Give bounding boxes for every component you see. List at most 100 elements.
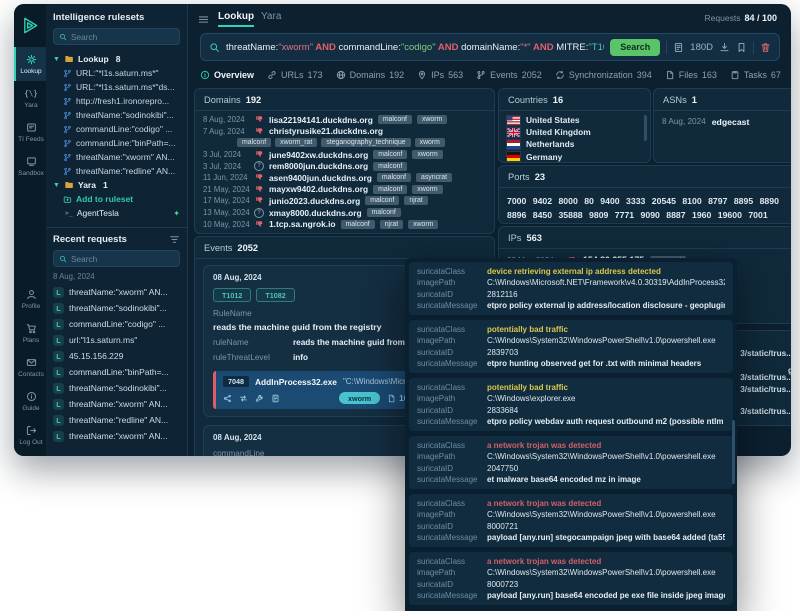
recent-request-item[interactable]: LthreatName:"xworm" AN... xyxy=(53,284,180,300)
domain-row[interactable]: 8 Aug, 2024lisa22194141.duckdns.orgmalco… xyxy=(203,114,486,126)
recent-search-input[interactable]: Search xyxy=(53,250,180,267)
recent-request-item[interactable]: LthreatName:"sodinokibi"... xyxy=(53,300,180,316)
chevron-down-icon[interactable]: ▼ xyxy=(53,56,60,63)
malware-tag[interactable]: malconf xyxy=(237,138,271,147)
result-tab-overview[interactable]: Overview xyxy=(200,70,254,80)
tree-item[interactable]: commandLine:"binPath=... xyxy=(53,136,180,150)
result-tab-domains[interactable]: Domains192 xyxy=(336,70,405,80)
suricata-event-block[interactable]: suricataClasspotentially bad trafficimag… xyxy=(409,320,733,373)
download-icon[interactable] xyxy=(719,42,730,53)
domain-name[interactable]: june9402xw.duckdns.org xyxy=(269,150,368,160)
recent-request-item[interactable]: LcommandLine:"binPath=... xyxy=(53,364,180,380)
suricata-event-block[interactable]: suricataClassa network trojan was detect… xyxy=(409,436,733,489)
rail-item-profile[interactable]: Profile xyxy=(14,282,46,316)
ttp-tag-t1012[interactable]: T1012 xyxy=(213,288,251,302)
domain-row[interactable]: 7 Aug, 2024christyrusike21.duckdns.org xyxy=(203,126,486,138)
malware-tag[interactable]: xworm xyxy=(408,220,438,229)
rail-item-guide[interactable]: Guide xyxy=(14,384,46,418)
domain-name[interactable]: xmay8000.duckdns.org xyxy=(269,208,362,218)
malware-tag[interactable]: malconf xyxy=(341,220,375,229)
rail-item-contacts[interactable]: Contacts xyxy=(14,350,46,384)
malware-tag[interactable]: malconf xyxy=(378,115,412,124)
domain-row[interactable]: 3 Jul, 2024june9402xw.duckdns.orgmalconf… xyxy=(203,149,486,161)
tree-item[interactable]: threatName:"redline" AN... xyxy=(53,164,180,178)
suricata-event-block[interactable]: suricataClassa network trojan was detect… xyxy=(409,552,733,605)
malware-tag[interactable]: asyncrat xyxy=(416,173,452,182)
asn-row[interactable]: 8 Aug, 2024edgecast xyxy=(662,115,791,128)
domain-row[interactable]: 13 May, 2024?xmay8000.duckdns.orgmalconf xyxy=(203,207,486,219)
rail-item-log-out[interactable]: Log Out xyxy=(14,418,46,452)
country-row[interactable]: United Kingdom xyxy=(507,126,642,138)
trash-icon[interactable] xyxy=(760,42,771,53)
recent-request-item[interactable]: LthreatName:"xworm" AN... xyxy=(53,396,180,412)
search-button[interactable]: Search xyxy=(610,39,660,56)
result-tab-tasks[interactable]: Tasks67 xyxy=(730,70,781,80)
recent-request-item[interactable]: Lurl:"l1s.saturn.ms" xyxy=(53,332,180,348)
country-row[interactable]: United States xyxy=(507,114,642,126)
anyrun-logo-icon[interactable] xyxy=(14,11,46,39)
tree-item[interactable]: http://fresh1.ironorepro... xyxy=(53,94,180,108)
malware-tag[interactable]: xworm_rat xyxy=(275,138,317,147)
rail-item-yara[interactable]: {\}Yara xyxy=(14,81,46,115)
domain-name[interactable]: rem8000jun.duckdns.org xyxy=(269,161,368,171)
popup-scrollbar[interactable] xyxy=(732,420,735,484)
malware-tag[interactable]: xworm xyxy=(412,150,442,159)
malware-tag[interactable]: malconf xyxy=(367,208,401,217)
recent-request-item[interactable]: L45.15.156.229 xyxy=(53,348,180,364)
result-tab-ips[interactable]: IPs563 xyxy=(417,70,463,80)
scrollbar[interactable] xyxy=(644,115,647,141)
bookmark-icon[interactable] xyxy=(736,42,747,53)
asn-name[interactable]: edgecast xyxy=(712,117,750,127)
process-swap-icon[interactable] xyxy=(239,394,248,403)
malware-tag[interactable]: njrat xyxy=(404,196,427,205)
result-tab-files[interactable]: Files163 xyxy=(665,70,717,80)
period-selector[interactable]: 180D xyxy=(690,42,713,53)
chevron-down-icon[interactable]: ▼ xyxy=(53,182,60,189)
add-to-ruleset-link[interactable]: Add to ruleset xyxy=(53,192,180,206)
malware-tag[interactable]: malconf xyxy=(373,185,407,194)
sparkle-icon[interactable]: ✦ xyxy=(173,209,180,218)
ttp-tag-t1082[interactable]: T1082 xyxy=(256,288,294,302)
process-report-icon[interactable] xyxy=(271,394,280,403)
process-tree-icon[interactable] xyxy=(223,394,232,403)
domain-name[interactable]: christyrusike21.duckdns.org xyxy=(269,126,383,136)
tree-item[interactable]: threatName:"xworm" AN... xyxy=(53,150,180,164)
domain-name[interactable]: mayxw9402.duckdns.org xyxy=(269,184,368,194)
tree-item[interactable]: commandLine:"codigo" ... xyxy=(53,122,180,136)
domain-name[interactable]: 1.tcp.sa.ngrok.io xyxy=(269,219,336,229)
rail-item-lookup[interactable]: Lookup xyxy=(14,47,46,81)
process-tools-icon[interactable] xyxy=(255,394,264,403)
rail-item-sandbox[interactable]: Sandbox xyxy=(14,149,46,183)
domain-row[interactable]: 10 May, 20241.tcp.sa.ngrok.iomalconfnjra… xyxy=(203,218,486,230)
domain-name[interactable]: junio2023.duckdns.org xyxy=(269,196,360,206)
yara-rule-agenttesla[interactable]: >_AgentTesla✦ xyxy=(53,206,180,220)
domain-name[interactable]: asen9400jun.duckdns.org xyxy=(269,173,372,183)
malware-tag[interactable]: malconf xyxy=(373,150,407,159)
country-row[interactable]: Netherlands xyxy=(507,138,642,150)
result-tab-synchronization[interactable]: Synchronization394 xyxy=(555,70,652,80)
rail-item-plans[interactable]: Plans xyxy=(14,316,46,350)
country-row[interactable]: Germany xyxy=(507,151,642,163)
tree-folder-yara[interactable]: ▼Yara1 xyxy=(53,178,180,192)
tree-item[interactable]: threatName:"sodinokibi"... xyxy=(53,108,180,122)
malware-tag[interactable]: steganography_technique xyxy=(321,138,410,147)
rulesets-search-input[interactable]: Search xyxy=(53,28,180,45)
malware-tag[interactable]: xworm xyxy=(415,138,445,147)
result-tab-events[interactable]: Events2052 xyxy=(476,70,542,80)
malware-tag[interactable]: xworm xyxy=(412,185,442,194)
domain-row[interactable]: 21 May, 2024mayxw9402.duckdns.orgmalconf… xyxy=(203,184,486,196)
query-input[interactable]: threatName:"xworm" AND commandLine:"codi… xyxy=(226,42,604,53)
query-search-bar[interactable]: threatName:"xworm" AND commandLine:"codi… xyxy=(200,33,780,61)
tab-yara[interactable]: Yara xyxy=(261,11,281,22)
malware-tag[interactable]: njrat xyxy=(380,220,403,229)
malware-tag[interactable]: malconf xyxy=(377,173,411,182)
domain-row[interactable]: 11 Jun, 2024asen9400jun.duckdns.orgmalco… xyxy=(203,172,486,184)
recent-request-item[interactable]: LcommandLine:"codigo" ... xyxy=(53,316,180,332)
malware-tag[interactable]: malconf xyxy=(373,162,407,171)
malware-tag[interactable]: malconf xyxy=(365,196,399,205)
domain-row[interactable]: 17 May, 2024junio2023.duckdns.orgmalconf… xyxy=(203,195,486,207)
suricata-event-block[interactable]: suricataClassdevice retrieving external … xyxy=(409,262,733,315)
malware-tag[interactable]: xworm xyxy=(417,115,447,124)
result-tab-urls[interactable]: URLs173 xyxy=(267,70,323,80)
rail-item-ti-feeds[interactable]: TI Feeds xyxy=(14,115,46,149)
